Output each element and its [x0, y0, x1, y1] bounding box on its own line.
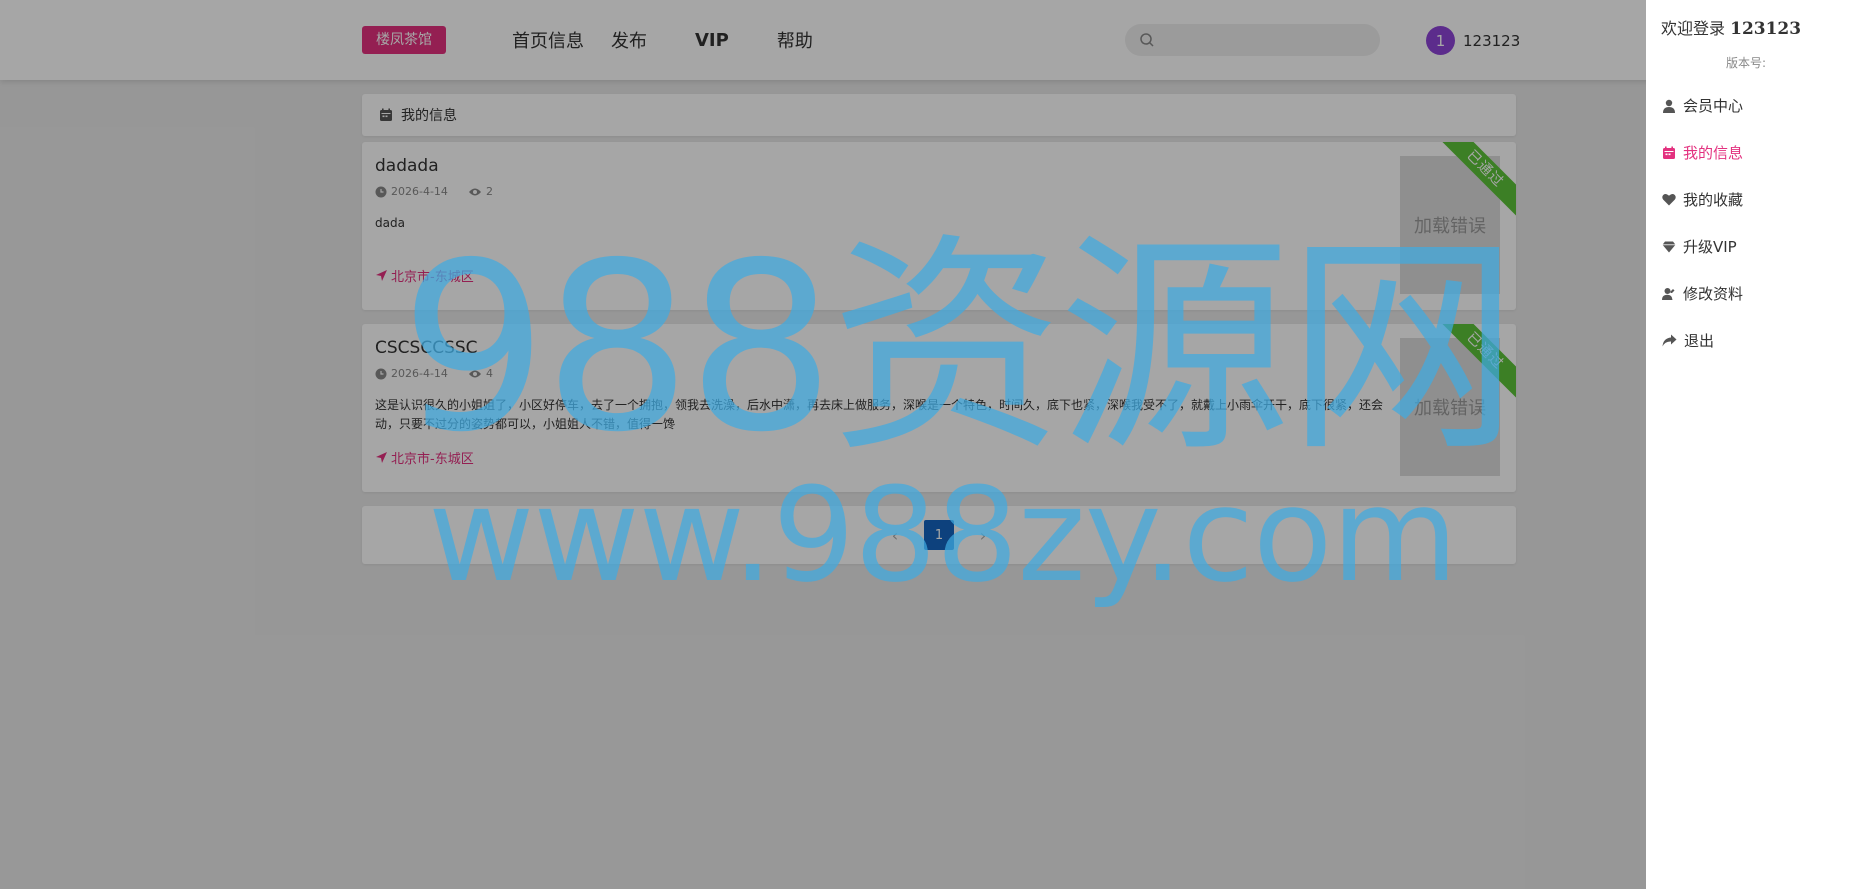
version-label: 版本号: [1725, 56, 1767, 70]
calendar-icon [1663, 146, 1675, 159]
share-icon [1662, 334, 1677, 347]
menu-logout[interactable]: 退出 [1662, 317, 1743, 364]
menu-my-info[interactable]: 我的信息 [1662, 129, 1743, 176]
menu-label: 会员中心 [1683, 97, 1744, 115]
drawer-menu: 会员中心 我的信息 我的收藏 升级VIP 修改资料 退出 [1662, 82, 1743, 364]
menu-label: 修改资料 [1683, 285, 1744, 303]
welcome-text: 欢迎登录 [1661, 19, 1726, 38]
watermark-line-2: www.988zy.com [428, 459, 1458, 611]
heart-icon [1662, 194, 1676, 206]
menu-upgrade-vip[interactable]: 升级VIP [1662, 223, 1743, 270]
user-icon [1663, 99, 1675, 113]
menu-label: 退出 [1684, 332, 1715, 350]
menu-label: 升级VIP [1683, 238, 1737, 256]
menu-edit-profile[interactable]: 修改资料 [1662, 270, 1743, 317]
drawer-username: 123123 [1730, 19, 1802, 39]
menu-label: 我的收藏 [1683, 191, 1744, 209]
menu-favorites[interactable]: 我的收藏 [1662, 176, 1743, 223]
menu-label: 我的信息 [1683, 144, 1744, 162]
user-edit-icon [1662, 287, 1675, 300]
drawer-welcome: 欢迎登录 123123 [1661, 15, 1801, 39]
menu-member-center[interactable]: 会员中心 [1662, 82, 1743, 129]
watermark-line-1: 988资源网 [400, 213, 1519, 483]
user-drawer: 欢迎登录 123123 版本号: 会员中心 我的信息 我的收藏 升级VIP 修改… [1646, 0, 1861, 889]
diamond-icon [1662, 241, 1676, 252]
